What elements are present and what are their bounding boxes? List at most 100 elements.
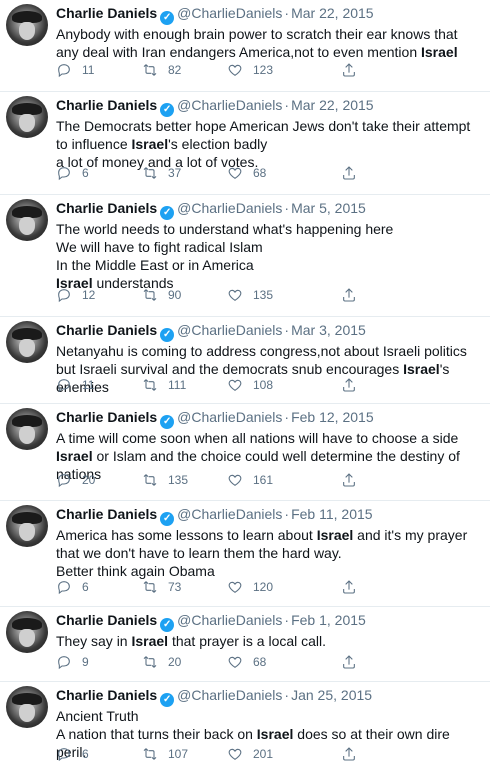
tweet-date[interactable]: Feb 11, 2015 xyxy=(291,506,372,522)
author-handle[interactable]: @CharlieDaniels xyxy=(177,322,282,338)
avatar[interactable] xyxy=(6,408,48,450)
author-handle[interactable]: @CharlieDaniels xyxy=(177,97,282,113)
tweet-header: Charlie Daniels ✓ @CharlieDaniels · Feb 12, … xyxy=(56,409,374,429)
tweet-date[interactable]: Jan 25, 2015 xyxy=(291,687,372,703)
reply-button[interactable]: 12 xyxy=(56,287,95,303)
like-count: 135 xyxy=(253,288,274,302)
share-button[interactable] xyxy=(341,165,357,181)
author-name[interactable]: Charlie Daniels xyxy=(56,5,157,21)
tweet[interactable]: Charlie Daniels ✓ @CharlieDaniels · Mar 5, 2… xyxy=(0,195,490,317)
retweet-button[interactable]: 90 xyxy=(142,287,181,303)
verified-badge-icon: ✓ xyxy=(160,618,175,632)
retweet-button[interactable]: 135 xyxy=(142,472,188,488)
like-button[interactable]: 123 xyxy=(227,62,273,78)
heart-icon xyxy=(228,748,242,760)
tweet-date[interactable]: Mar 5, 2015 xyxy=(291,200,366,216)
retweet-count: 73 xyxy=(168,580,182,594)
author-name[interactable]: Charlie Daniels xyxy=(56,97,157,113)
reply-icon xyxy=(58,656,70,670)
author-name[interactable]: Charlie Daniels xyxy=(56,322,157,338)
tweet-actions: 11 111 108 xyxy=(56,377,482,395)
like-button[interactable]: 68 xyxy=(227,165,266,181)
reply-count: 6 xyxy=(82,580,89,594)
tweet[interactable]: Charlie Daniels ✓ @CharlieDaniels · Mar 22, … xyxy=(0,0,490,92)
avatar[interactable] xyxy=(6,611,48,653)
share-button[interactable] xyxy=(341,62,357,78)
retweet-button[interactable]: 37 xyxy=(142,165,181,181)
retweet-icon xyxy=(143,748,157,760)
author-name[interactable]: Charlie Daniels xyxy=(56,200,157,216)
avatar[interactable] xyxy=(6,4,48,46)
tweet-text: Anybody with enough brain power to scrat… xyxy=(56,26,458,60)
retweet-button[interactable]: 73 xyxy=(142,579,181,595)
reply-count: 20 xyxy=(82,473,96,487)
highlight-keyword: Israel xyxy=(56,448,93,464)
tweet[interactable]: Charlie Daniels ✓ @CharlieDaniels · Feb 11, … xyxy=(0,501,490,607)
heart-icon xyxy=(228,474,242,486)
tweet-date[interactable]: Feb 1, 2015 xyxy=(291,612,366,628)
share-button[interactable] xyxy=(341,746,357,762)
avatar[interactable] xyxy=(6,321,48,363)
tweet[interactable]: Charlie Daniels ✓ @CharlieDaniels · Mar 3, 2… xyxy=(0,317,490,404)
tweet-header: Charlie Daniels ✓ @CharlieDaniels · Mar 22, … xyxy=(56,5,374,25)
like-count: 161 xyxy=(253,473,274,487)
retweet-button[interactable]: 82 xyxy=(142,62,181,78)
share-icon xyxy=(343,655,355,669)
tweet[interactable]: Charlie Daniels ✓ @CharlieDaniels · Jan 25, … xyxy=(0,682,490,775)
author-handle[interactable]: @CharlieDaniels xyxy=(177,409,282,425)
share-icon xyxy=(343,473,355,487)
reply-button[interactable]: 6 xyxy=(56,746,89,762)
retweet-button[interactable]: 107 xyxy=(142,746,188,762)
share-button[interactable] xyxy=(341,579,357,595)
tweet[interactable]: Charlie Daniels ✓ @CharlieDaniels · Feb 12, … xyxy=(0,404,490,501)
share-button[interactable] xyxy=(341,472,357,488)
reply-button[interactable]: 9 xyxy=(56,654,89,670)
like-button[interactable]: 108 xyxy=(227,377,273,393)
like-button[interactable]: 120 xyxy=(227,579,273,595)
share-button[interactable] xyxy=(341,287,357,303)
like-button[interactable]: 68 xyxy=(227,654,266,670)
tweet[interactable]: Charlie Daniels ✓ @CharlieDaniels · Mar 22, … xyxy=(0,92,490,195)
highlight-keyword: Israel xyxy=(256,726,294,742)
author-handle[interactable]: @CharlieDaniels xyxy=(177,200,282,216)
reply-button[interactable]: 20 xyxy=(56,472,95,488)
author-handle[interactable]: @CharlieDaniels xyxy=(177,612,282,628)
tweet-date[interactable]: Mar 3, 2015 xyxy=(291,322,366,338)
avatar[interactable] xyxy=(6,686,48,728)
retweet-icon xyxy=(143,656,157,668)
author-name[interactable]: Charlie Daniels xyxy=(56,506,157,522)
author-handle[interactable]: @CharlieDaniels xyxy=(177,5,282,21)
reply-count: 11 xyxy=(82,63,95,77)
share-button[interactable] xyxy=(341,377,357,393)
retweet-button[interactable]: 20 xyxy=(142,654,181,670)
reply-button[interactable]: 6 xyxy=(56,165,89,181)
verified-badge-icon: ✓ xyxy=(160,11,175,25)
reply-icon xyxy=(58,379,70,393)
author-handle[interactable]: @CharlieDaniels xyxy=(177,687,282,703)
retweet-button[interactable]: 111 xyxy=(142,377,186,393)
like-button[interactable]: 161 xyxy=(227,472,273,488)
retweet-icon xyxy=(143,64,157,76)
tweet-date[interactable]: Mar 22, 2015 xyxy=(291,5,374,21)
tweet[interactable]: Charlie Daniels ✓ @CharlieDaniels · Feb 1, 2… xyxy=(0,607,490,682)
reply-button[interactable]: 11 xyxy=(56,377,94,393)
reply-icon xyxy=(58,474,70,488)
highlight-keyword: Israel xyxy=(403,361,440,377)
reply-button[interactable]: 6 xyxy=(56,579,89,595)
like-count: 108 xyxy=(253,378,274,392)
author-name[interactable]: Charlie Daniels xyxy=(56,612,157,628)
tweet-date[interactable]: Feb 12, 2015 xyxy=(291,409,374,425)
author-name[interactable]: Charlie Daniels xyxy=(56,409,157,425)
like-button[interactable]: 201 xyxy=(227,746,273,762)
author-handle[interactable]: @CharlieDaniels xyxy=(177,506,282,522)
like-count: 68 xyxy=(253,166,267,180)
avatar[interactable] xyxy=(6,199,48,241)
avatar[interactable] xyxy=(6,505,48,547)
retweet-icon xyxy=(143,289,157,301)
avatar[interactable] xyxy=(6,96,48,138)
author-name[interactable]: Charlie Daniels xyxy=(56,687,157,703)
share-button[interactable] xyxy=(341,654,357,670)
like-button[interactable]: 135 xyxy=(227,287,273,303)
reply-button[interactable]: 11 xyxy=(56,62,94,78)
tweet-date[interactable]: Mar 22, 2015 xyxy=(291,97,374,113)
